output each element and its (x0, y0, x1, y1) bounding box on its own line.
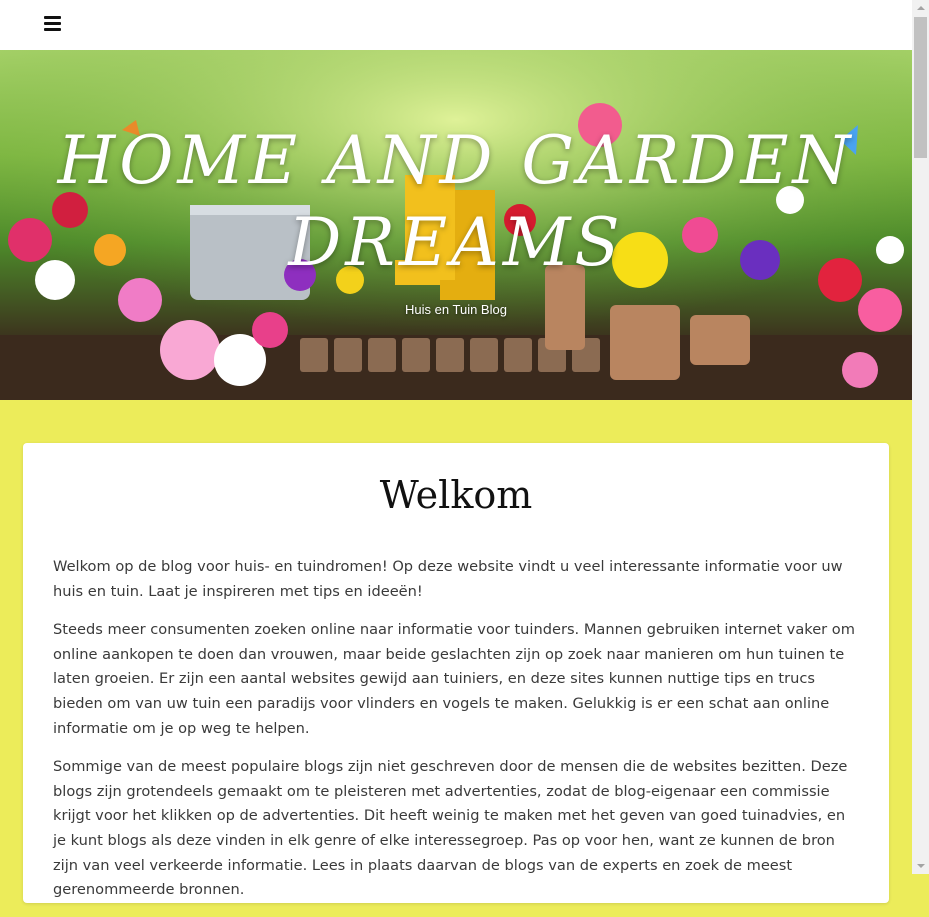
scroll-up-arrow-icon[interactable] (912, 0, 929, 17)
top-navigation-bar (0, 0, 912, 50)
site-title[interactable]: HOME AND GARDEN DREAMS (0, 120, 912, 284)
site-tagline: Huis en Tuin Blog (405, 302, 507, 317)
article-body: Welkom op de blog voor huis- en tuindrom… (53, 555, 859, 917)
paragraph: Sommige van de meest populaire blogs zij… (53, 758, 848, 899)
scroll-down-arrow-icon[interactable] (912, 857, 929, 874)
vertical-scrollbar[interactable] (912, 0, 929, 874)
main-content-card: Welkom Welkom op de blog voor huis- en t… (23, 443, 889, 903)
scrollbar-thumb[interactable] (914, 17, 927, 158)
hamburger-menu-icon[interactable] (44, 16, 62, 34)
paragraph: Welkom op de blog voor huis- en tuindrom… (53, 558, 843, 600)
hero-banner: HOME AND GARDEN DREAMS Huis en Tuin Blog (0, 50, 912, 400)
paragraph: Steeds meer consumenten zoeken online na… (53, 621, 855, 737)
page-heading: Welkom (379, 473, 533, 517)
